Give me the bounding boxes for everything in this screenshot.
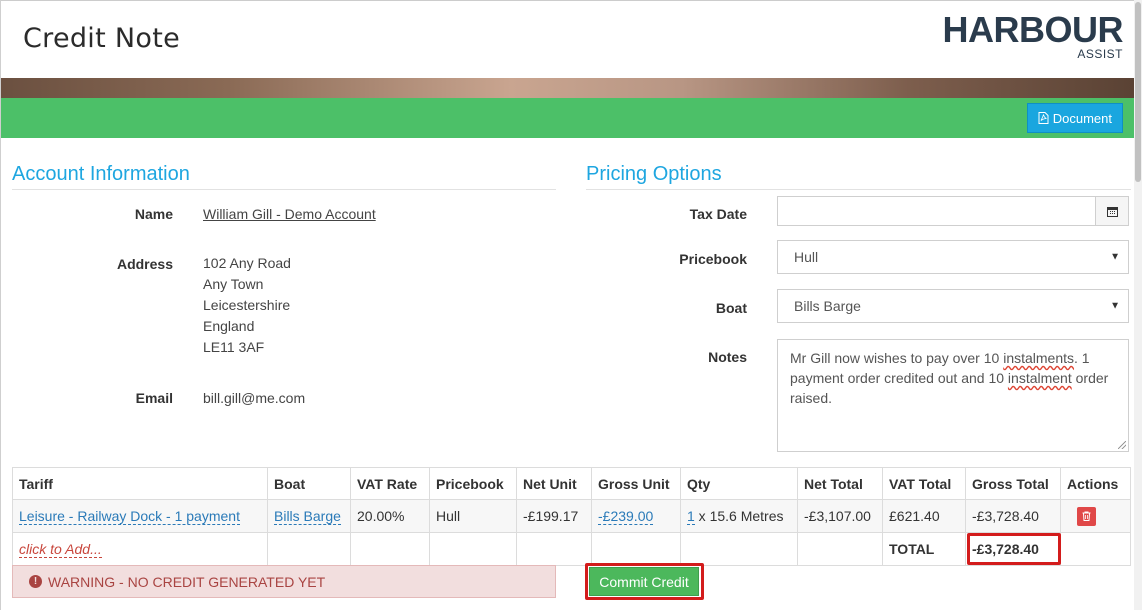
commit-credit-button[interactable]: Commit Credit <box>589 567 699 596</box>
account-divider <box>12 189 556 190</box>
email-value: bill.gill@me.com <box>203 390 306 406</box>
logo-subtext: ASSIST <box>1077 47 1123 61</box>
net-unit-cell: -£199.17 <box>516 499 592 533</box>
document-button[interactable]: Document <box>1026 103 1123 133</box>
tariff-cell: Leisure - Railway Dock - 1 payment <box>12 499 268 533</box>
column-header-vat-total: VAT Total <box>882 467 966 500</box>
header-banner-image <box>1 78 1135 98</box>
net-total-cell: -£3,107.00 <box>797 499 883 533</box>
qty-cell: 1 x 15.6 Metres <box>680 499 798 533</box>
notes-text: instalment <box>1007 370 1072 386</box>
gross-total-cell: -£3,728.40 <box>965 499 1061 533</box>
vat-total-cell: £621.40 <box>882 499 966 533</box>
warning-text: WARNING - NO CREDIT GENERATED YET <box>48 573 326 590</box>
calendar-button[interactable] <box>1095 197 1128 225</box>
address-line: Any Town <box>203 276 264 292</box>
column-header-boat: Boat <box>267 467 351 500</box>
boat-link[interactable]: Bills Barge <box>274 508 341 525</box>
add-cell: click to Add... <box>12 532 268 566</box>
column-header-gross-unit: Gross Unit <box>591 467 681 500</box>
column-header-tariff: Tariff <box>12 467 268 500</box>
address-block: 102 Any Road Any Town Leicestershire Eng… <box>203 253 291 358</box>
harbour-assist-logo: HARBOUR ASSIST <box>942 9 1124 63</box>
column-header-gross-total: Gross Total <box>965 467 1061 500</box>
column-header-pricebook: Pricebook <box>429 467 517 500</box>
click-to-add-link[interactable]: click to Add... <box>19 541 102 558</box>
notes-label: Notes <box>708 349 747 365</box>
action-bar: Document <box>1 98 1135 138</box>
credit-items-table: Tariff Boat VAT Rate Pricebook Net Unit … <box>12 467 1131 566</box>
header: Credit Note HARBOUR ASSIST <box>1 0 1142 78</box>
resize-handle[interactable] <box>1118 441 1126 449</box>
table-header-row: Tariff Boat VAT Rate Pricebook Net Unit … <box>12 467 1131 500</box>
total-highlight-box <box>967 533 1061 565</box>
pricebook-label: Pricebook <box>679 251 747 267</box>
page-title: Credit Note <box>23 23 180 54</box>
boat-cell: Bills Barge <box>267 499 351 533</box>
gross-unit-link[interactable]: -£239.00 <box>598 508 654 525</box>
pricing-section-title: Pricing Options <box>586 163 722 185</box>
qty-unit: x 15.6 Metres <box>694 508 784 524</box>
boat-value: Bills Barge <box>794 298 861 314</box>
scrollbar-thumb[interactable] <box>1135 2 1141 182</box>
exclamation-circle-icon: ! <box>29 575 42 588</box>
gross-unit-cell: -£239.00 <box>591 499 681 533</box>
account-name-link[interactable]: William Gill - Demo Account <box>203 206 376 222</box>
pricebook-value: Hull <box>794 249 819 265</box>
column-header-vat-rate: VAT Rate <box>350 467 430 500</box>
actions-cell <box>1060 499 1131 533</box>
table-total-row: click to Add... TOTAL -£3,728.40 <box>12 532 1131 566</box>
address-line: England <box>203 318 255 334</box>
chevron-down-icon: ▼ <box>1110 251 1120 263</box>
pricing-divider <box>586 189 1131 190</box>
notes-text: instalments <box>1003 350 1075 366</box>
boat-select[interactable]: Bills Barge ▼ <box>777 289 1129 323</box>
column-header-net-total: Net Total <box>797 467 883 500</box>
delete-row-button[interactable] <box>1077 506 1096 526</box>
email-label: Email <box>135 390 173 406</box>
column-header-actions: Actions <box>1060 467 1131 500</box>
address-line: Leicestershire <box>203 297 291 313</box>
chevron-down-icon: ▼ <box>1110 300 1120 312</box>
page: Credit Note HARBOUR ASSIST Document Acco… <box>0 0 1142 610</box>
vat-rate-cell: 20.00% <box>350 499 430 533</box>
address-line: LE11 3AF <box>203 339 265 355</box>
no-credit-warning: ! WARNING - NO CREDIT GENERATED YET <box>12 565 556 598</box>
pricebook-cell: Hull <box>429 499 517 533</box>
column-header-qty: Qty <box>680 467 798 500</box>
logo-text: HARBOUR <box>942 9 1124 50</box>
document-button-label: Document <box>1052 110 1112 126</box>
tax-date-label: Tax Date <box>689 206 747 222</box>
notes-textarea[interactable]: Mr Gill now wishes to pay over 10 instal… <box>777 339 1129 452</box>
pdf-file-icon <box>1038 112 1049 124</box>
address-label: Address <box>116 256 173 272</box>
vertical-scrollbar[interactable] <box>1134 0 1142 610</box>
boat-label: Boat <box>715 300 747 316</box>
qty-link[interactable]: 1 <box>687 508 695 525</box>
name-label: Name <box>134 206 173 222</box>
tariff-link[interactable]: Leisure - Railway Dock - 1 payment <box>19 508 240 525</box>
tax-date-input[interactable] <box>777 196 1129 226</box>
table-row: Leisure - Railway Dock - 1 payment Bills… <box>12 499 1131 533</box>
account-section-title: Account Information <box>12 163 190 185</box>
address-line: 102 Any Road <box>203 255 291 271</box>
column-header-net-unit: Net Unit <box>516 467 592 500</box>
calendar-icon <box>1106 206 1118 217</box>
trash-icon <box>1082 511 1091 521</box>
pricebook-select[interactable]: Hull ▼ <box>777 240 1129 274</box>
total-label: TOTAL <box>882 532 966 566</box>
notes-text: Mr Gill now wishes to pay over 10 <box>790 350 1004 366</box>
